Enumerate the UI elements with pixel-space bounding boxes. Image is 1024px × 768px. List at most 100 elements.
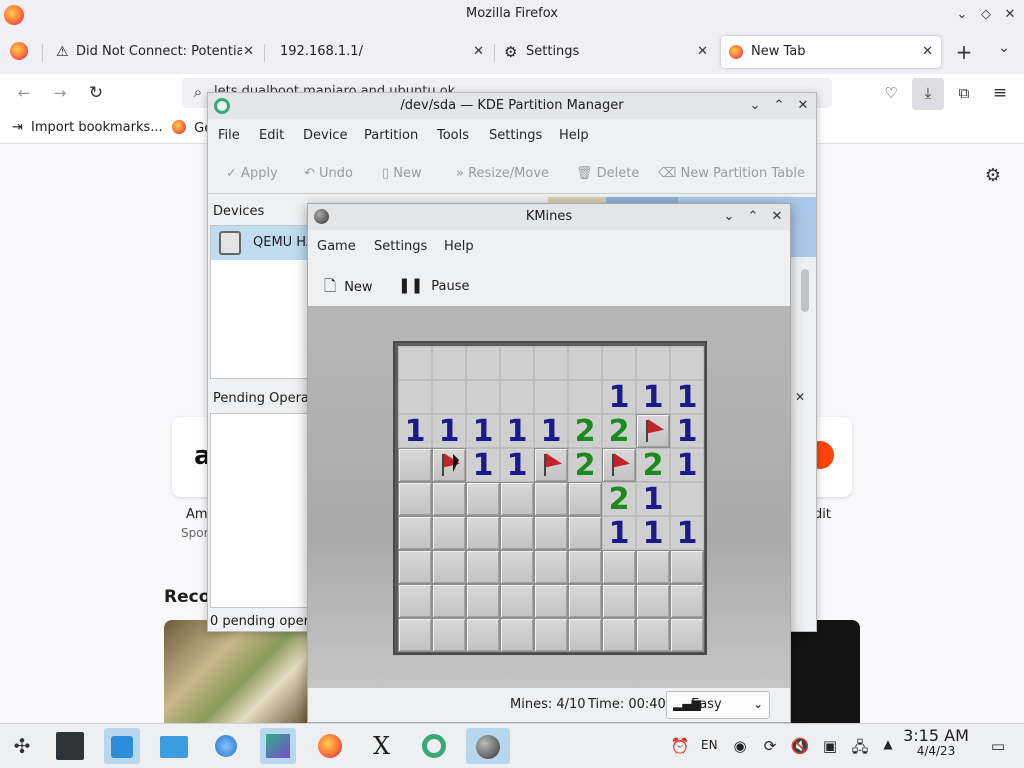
accessibility-icon[interactable]: ◉ xyxy=(730,737,750,755)
cell-number[interactable]: 1 xyxy=(500,448,534,483)
close-tab-icon[interactable]: ✕ xyxy=(697,36,708,68)
cell-empty[interactable] xyxy=(568,346,602,380)
menu-game[interactable]: Game xyxy=(317,239,356,254)
cell-number[interactable]: 1 xyxy=(398,414,432,449)
cell-closed[interactable] xyxy=(534,482,568,516)
cell-number[interactable]: 1 xyxy=(636,380,670,415)
minimize-icon[interactable]: ⌄ xyxy=(745,96,765,116)
cell-closed[interactable] xyxy=(500,618,534,652)
cell-closed[interactable] xyxy=(670,584,704,618)
cell-closed[interactable] xyxy=(670,550,704,584)
usb-device-icon[interactable]: ▣ xyxy=(820,737,840,755)
application-launcher-icon[interactable]: ✣ xyxy=(10,734,34,758)
cell-closed[interactable] xyxy=(534,550,568,584)
cell-closed[interactable] xyxy=(568,550,602,584)
taskbar-system-settings[interactable] xyxy=(52,728,88,764)
resize-move-button[interactable]: » Resize/Move xyxy=(456,166,549,181)
cell-closed[interactable] xyxy=(636,584,670,618)
tab-settings[interactable]: ⚙ Settings ✕ xyxy=(498,36,716,68)
cell-closed[interactable] xyxy=(466,550,500,584)
cell-flagged[interactable] xyxy=(636,414,670,448)
cell-closed[interactable] xyxy=(398,448,432,482)
cell-closed[interactable] xyxy=(398,584,432,618)
cell-empty[interactable] xyxy=(636,346,670,380)
cell-flagged[interactable] xyxy=(432,448,466,482)
cell-closed[interactable] xyxy=(534,618,568,652)
import-bookmarks-item[interactable]: ⇥ Import bookmarks... xyxy=(12,120,163,135)
cell-closed[interactable] xyxy=(432,618,466,652)
cell-number[interactable]: 2 xyxy=(636,448,670,483)
tab-new-tab[interactable]: New Tab ✕ xyxy=(721,36,941,68)
cell-empty[interactable] xyxy=(670,482,704,516)
cell-closed[interactable] xyxy=(636,618,670,652)
cell-closed[interactable] xyxy=(568,516,602,550)
reload-icon[interactable]: ↻ xyxy=(86,83,106,103)
cell-closed[interactable] xyxy=(432,516,466,550)
cell-closed[interactable] xyxy=(466,618,500,652)
close-tab-icon[interactable]: ✕ xyxy=(243,36,254,68)
device-item[interactable]: QEMU HA xyxy=(211,226,315,260)
cell-closed[interactable] xyxy=(534,516,568,550)
cell-number[interactable]: 2 xyxy=(568,448,602,483)
extensions-icon[interactable]: ⧉ xyxy=(954,84,974,102)
restore-icon[interactable]: ◇ xyxy=(976,5,996,25)
cell-closed[interactable] xyxy=(500,482,534,516)
cell-closed[interactable] xyxy=(466,516,500,550)
apply-button[interactable]: ✓ Apply xyxy=(226,166,278,181)
gear-icon[interactable]: ⚙ xyxy=(982,165,1004,186)
back-arrow-icon[interactable]: ← xyxy=(14,84,34,102)
cell-number[interactable]: 1 xyxy=(670,380,704,415)
chevron-down-icon[interactable]: ⌄ xyxy=(994,40,1014,56)
cell-closed[interactable] xyxy=(398,482,432,516)
difficulty-select[interactable]: ▂▄▆ Easy ⌄ xyxy=(666,691,770,719)
cell-closed[interactable] xyxy=(670,618,704,652)
menu-help[interactable]: Help xyxy=(559,128,589,143)
cell-closed[interactable] xyxy=(432,550,466,584)
menu-settings[interactable]: Settings xyxy=(374,239,427,254)
pause-button[interactable]: ❚❚ Pause xyxy=(398,276,470,294)
notifications-icon[interactable]: ⏰ xyxy=(670,737,690,755)
taskbar-kmines[interactable] xyxy=(466,728,510,764)
new-partition-button[interactable]: ▯ New xyxy=(382,166,422,181)
cell-number[interactable]: 1 xyxy=(670,414,704,449)
forward-arrow-icon[interactable]: → xyxy=(50,84,70,102)
cell-flagged[interactable] xyxy=(602,448,636,482)
cell-number[interactable]: 1 xyxy=(602,380,636,415)
close-icon[interactable]: ✕ xyxy=(1000,5,1020,25)
cell-empty[interactable] xyxy=(466,346,500,380)
cell-empty[interactable] xyxy=(398,346,432,380)
cell-number[interactable]: 2 xyxy=(568,414,602,449)
keyboard-layout[interactable]: EN xyxy=(701,738,718,752)
cell-number[interactable]: 1 xyxy=(466,448,500,483)
maximize-icon[interactable]: ⌃ xyxy=(743,207,763,227)
clock[interactable]: 3:15 AM 4/4/23 xyxy=(900,726,972,758)
cell-number[interactable]: 1 xyxy=(500,414,534,449)
cell-closed[interactable] xyxy=(534,584,568,618)
taskbar-network[interactable] xyxy=(208,728,244,764)
cell-number[interactable]: 1 xyxy=(466,414,500,449)
cell-empty[interactable] xyxy=(398,380,432,414)
recent-thumbnail[interactable] xyxy=(790,620,860,725)
taskbar-partition-manager[interactable] xyxy=(416,728,452,764)
cell-number[interactable]: 1 xyxy=(670,448,704,483)
undo-button[interactable]: ↶ Undo xyxy=(304,166,353,181)
menu-help[interactable]: Help xyxy=(444,239,474,254)
expand-tray-icon[interactable]: ▲ xyxy=(878,737,898,751)
cell-closed[interactable] xyxy=(432,482,466,516)
firefox-view-icon[interactable] xyxy=(10,42,28,60)
cell-closed[interactable] xyxy=(500,584,534,618)
cell-closed[interactable] xyxy=(636,550,670,584)
volume-muted-icon[interactable]: 🔇 xyxy=(790,737,810,755)
cell-closed[interactable] xyxy=(500,550,534,584)
cell-number[interactable]: 1 xyxy=(636,482,670,517)
cell-number[interactable]: 1 xyxy=(534,414,568,449)
close-tab-icon[interactable]: ✕ xyxy=(922,36,933,68)
menu-partition[interactable]: Partition xyxy=(364,128,418,143)
new-tab-plus-icon[interactable]: + xyxy=(954,40,974,64)
menu-edit[interactable]: Edit xyxy=(259,128,284,143)
cell-closed[interactable] xyxy=(398,618,432,652)
cell-empty[interactable] xyxy=(432,380,466,414)
cell-empty[interactable] xyxy=(670,346,704,380)
taskbar-partition-tool[interactable] xyxy=(260,728,296,764)
new-partition-table-button[interactable]: ⌫ New Partition Table xyxy=(658,166,805,181)
